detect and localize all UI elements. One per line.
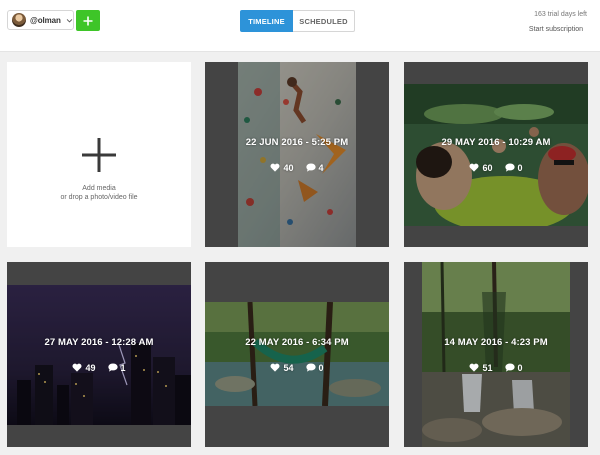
likes-count: 54: [283, 362, 294, 373]
top-bar: @olman TIMELINE SCHEDULED 163 trial days…: [0, 0, 600, 52]
post-tile[interactable]: 29 MAY 2016 - 10:29 AM 60 0: [404, 62, 588, 247]
speech-bubble-icon: [107, 363, 118, 372]
speech-bubble-icon: [305, 363, 316, 372]
trial-days-text: 163 trial days left: [534, 11, 587, 18]
comments-stat: 1: [107, 362, 126, 373]
post-overlay: 14 MAY 2016 - 4:23 PM 51 0: [404, 262, 588, 447]
comments-count: 0: [517, 362, 523, 373]
likes-count: 60: [482, 162, 493, 173]
post-stats: 51 0: [469, 362, 523, 373]
speech-bubble-icon: [305, 163, 316, 172]
post-overlay: 22 MAY 2016 - 6:34 PM 54 0: [205, 262, 389, 447]
plus-icon: [83, 16, 93, 25]
heart-icon: [72, 363, 82, 372]
likes-stat: 60: [469, 162, 493, 173]
comments-stat: 4: [305, 162, 324, 173]
add-post-button[interactable]: [76, 10, 100, 31]
likes-count: 51: [482, 362, 493, 373]
speech-bubble-icon: [504, 363, 515, 372]
comments-stat: 0: [504, 162, 523, 173]
comments-stat: 0: [504, 362, 523, 373]
account-switcher[interactable]: @olman: [7, 10, 74, 30]
post-date: 22 JUN 2016 - 5:25 PM: [245, 136, 349, 148]
heart-icon: [270, 363, 280, 372]
comments-count: 1: [120, 362, 126, 373]
start-subscription-link[interactable]: Start subscription: [529, 26, 583, 33]
tab-scheduled[interactable]: SCHEDULED: [293, 10, 355, 32]
post-date: 14 MAY 2016 - 4:23 PM: [444, 336, 548, 348]
likes-count: 40: [283, 162, 294, 173]
view-tabs: TIMELINE SCHEDULED: [240, 10, 355, 32]
comments-count: 0: [318, 362, 324, 373]
heart-icon: [469, 363, 479, 372]
likes-stat: 51: [469, 362, 493, 373]
heart-icon: [270, 163, 280, 172]
add-media-title: Add media: [82, 185, 116, 192]
likes-stat: 40: [270, 162, 294, 173]
post-date: 29 MAY 2016 - 10:29 AM: [441, 136, 551, 148]
likes-stat: 54: [270, 362, 294, 373]
add-media-label: Add media or drop a photo/video file: [60, 184, 137, 202]
post-tile[interactable]: 27 MAY 2016 - 12:28 AM 49 1: [7, 262, 191, 447]
likes-count: 49: [85, 362, 96, 373]
comments-stat: 0: [305, 362, 324, 373]
comments-count: 0: [517, 162, 523, 173]
post-stats: 54 0: [270, 362, 324, 373]
likes-stat: 49: [72, 362, 96, 373]
avatar: [12, 13, 26, 27]
post-overlay: 22 JUN 2016 - 5:25 PM 40 4: [205, 62, 389, 247]
post-tile[interactable]: 14 MAY 2016 - 4:23 PM 51 0: [404, 262, 588, 447]
post-overlay: 29 MAY 2016 - 10:29 AM 60 0: [404, 62, 588, 247]
post-overlay: 27 MAY 2016 - 12:28 AM 49 1: [7, 262, 191, 447]
speech-bubble-icon: [504, 163, 515, 172]
add-media-hint: or drop a photo/video file: [60, 194, 138, 201]
post-date: 22 MAY 2016 - 6:34 PM: [245, 336, 349, 348]
plus-icon: [82, 138, 116, 172]
post-tile[interactable]: 22 MAY 2016 - 6:34 PM 54 0: [205, 262, 389, 447]
heart-icon: [469, 163, 479, 172]
chevron-down-icon: [66, 18, 73, 23]
account-name: @olman: [30, 15, 61, 25]
tab-timeline[interactable]: TIMELINE: [240, 10, 293, 32]
post-stats: 60 0: [469, 162, 523, 173]
post-stats: 40 4: [270, 162, 324, 173]
add-media-dropzone[interactable]: Add media or drop a photo/video file: [7, 62, 191, 247]
post-date: 27 MAY 2016 - 12:28 AM: [44, 336, 154, 348]
comments-count: 4: [318, 162, 324, 173]
post-tile[interactable]: 22 JUN 2016 - 5:25 PM 40 4: [205, 62, 389, 247]
post-stats: 49 1: [72, 362, 126, 373]
